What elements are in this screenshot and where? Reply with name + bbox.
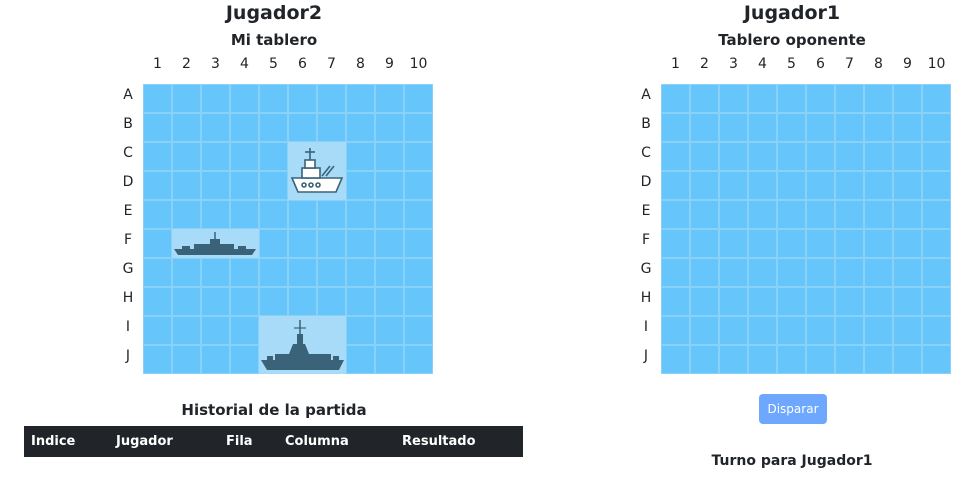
column-labels-left: 1 2 3 4 5 6 7 8 9 10 xyxy=(143,56,433,72)
header-jugador: Jugador xyxy=(116,434,173,449)
player-title-left: Jugador2 xyxy=(225,2,323,24)
row-label: E xyxy=(123,203,133,219)
column-label: 6 xyxy=(816,56,825,72)
column-label: 10 xyxy=(409,56,428,72)
row-labels-left: A B C D E F G H I J xyxy=(120,81,136,371)
my-board-grid xyxy=(143,84,433,374)
destroyer-icon xyxy=(261,320,344,370)
row-label: B xyxy=(123,116,133,132)
opponent-board-grid[interactable] xyxy=(661,84,951,374)
board-title-left: Mi tablero xyxy=(230,31,318,49)
patrol-boat-icon xyxy=(174,232,256,255)
column-label: 3 xyxy=(211,56,220,72)
column-label: 6 xyxy=(298,56,307,72)
fire-button[interactable]: Disparar xyxy=(759,394,827,424)
row-label: G xyxy=(122,261,134,277)
row-label: C xyxy=(641,145,651,161)
column-label: 2 xyxy=(700,56,709,72)
ship-battleship xyxy=(288,142,346,200)
column-label: 1 xyxy=(153,56,162,72)
column-label: 7 xyxy=(845,56,854,72)
column-label: 8 xyxy=(874,56,883,72)
column-label: 4 xyxy=(758,56,767,72)
column-label: 1 xyxy=(671,56,680,72)
row-labels-right: A B C D E F G H I J xyxy=(638,81,654,371)
ship-destroyer xyxy=(259,316,346,374)
row-label: E xyxy=(641,203,651,219)
row-label: F xyxy=(123,232,133,248)
board-title-right: Tablero oponente xyxy=(718,31,866,49)
row-label: C xyxy=(123,145,133,161)
header-columna: Columna xyxy=(285,434,349,449)
column-label: 5 xyxy=(787,56,796,72)
row-label: F xyxy=(641,232,651,248)
header-indice: Indice xyxy=(31,434,76,449)
row-label: G xyxy=(640,261,652,277)
row-label: B xyxy=(641,116,651,132)
column-label: 7 xyxy=(327,56,336,72)
history-title: Historial de la partida xyxy=(181,401,367,419)
column-label: 5 xyxy=(269,56,278,72)
turn-status: Turno para Jugador1 xyxy=(711,453,873,469)
player-title-right: Jugador1 xyxy=(743,2,841,24)
column-label: 8 xyxy=(356,56,365,72)
header-fila: Fila xyxy=(226,434,253,449)
column-label: 9 xyxy=(385,56,394,72)
column-label: 4 xyxy=(240,56,249,72)
header-resultado: Resultado xyxy=(402,434,476,449)
row-label: A xyxy=(641,87,651,103)
battleship-icon xyxy=(290,148,344,193)
row-label: D xyxy=(122,174,134,190)
row-label: I xyxy=(125,319,131,335)
row-label: I xyxy=(643,319,649,335)
row-label: J xyxy=(125,348,131,364)
row-label: H xyxy=(122,290,134,306)
row-label: J xyxy=(643,348,649,364)
column-label: 3 xyxy=(729,56,738,72)
column-label: 10 xyxy=(927,56,946,72)
row-label: H xyxy=(640,290,652,306)
column-labels-right: 1 2 3 4 5 6 7 8 9 10 xyxy=(661,56,951,72)
row-label: D xyxy=(640,174,652,190)
ship-patrol-boat xyxy=(172,229,259,258)
column-label: 2 xyxy=(182,56,191,72)
column-label: 9 xyxy=(903,56,912,72)
history-table-header: Indice Jugador Fila Columna Resultado xyxy=(24,426,523,457)
row-label: A xyxy=(123,87,133,103)
